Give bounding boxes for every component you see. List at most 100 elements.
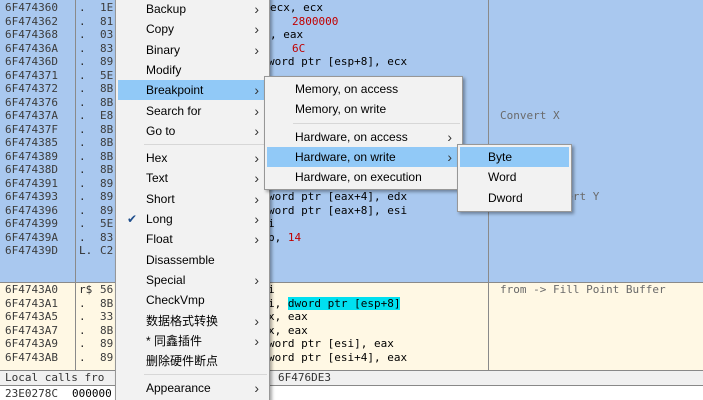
menu-item-hardware-on-access[interactable]: Hardware, on access › (267, 127, 460, 147)
chevron-right-icon: › (447, 128, 452, 145)
menu-item-long[interactable]: ✔ Long › (118, 209, 267, 229)
instr-text: word ptr [eax+8], esi (268, 203, 408, 217)
menu-item-item-15[interactable]: 数据格式转换 › (118, 311, 267, 331)
row-instruction: word ptr [eax+4], edx (268, 190, 407, 204)
menu-item-short[interactable]: Short › (118, 189, 267, 209)
row-address: 6F4743A1 (5, 296, 58, 310)
code-row[interactable]: 6F474393.89word ptr [eax+4], edxWrite Co… (0, 190, 703, 204)
row-marker: . (79, 28, 86, 41)
menu-item-modify[interactable]: Modify (118, 60, 267, 80)
row-hex: 8B (100, 163, 114, 176)
menu-item-item-16[interactable]: * 同鑫插件 › (118, 331, 267, 351)
menu-item-label: Modify (146, 62, 182, 77)
menu-item-byte[interactable]: Byte (460, 147, 569, 167)
row-hex: 83 (100, 230, 114, 244)
row-marker: . (79, 310, 86, 323)
row-address: 6F4743A5 (5, 310, 58, 323)
chevron-right-icon: › (254, 122, 259, 139)
row-hex: 89 (100, 176, 114, 190)
row-hex: 89 (100, 203, 114, 217)
row-hex: 89 (100, 337, 114, 350)
row-hex: 56 (100, 283, 114, 296)
menu-item-disassemble[interactable]: Disassemble (118, 250, 267, 270)
code-row[interactable]: 6F4743A1. 8B i, dword ptr [esp+8] (0, 296, 703, 311)
menu-separator (293, 122, 460, 124)
menu-item-label: Text (146, 171, 169, 186)
code-row[interactable]: 6F47436D. 89 word ptr [esp+8], ecx (0, 55, 703, 69)
chevron-right-icon: › (254, 271, 259, 288)
menu-item-label: 删除硬件断点 (146, 354, 219, 369)
code-row[interactable]: 6F47439D L. C2 (0, 244, 703, 258)
menu-item-memory-on-write[interactable]: Memory, on write (267, 99, 460, 119)
row-comment: from -> Fill Point Buffer (500, 283, 666, 296)
row-comment: Convert X (500, 109, 560, 122)
row-marker: . (79, 136, 86, 149)
hardware-on-write-submenu: Byte Word Dword (457, 144, 572, 212)
menu-item-label: Long (146, 212, 173, 226)
code-row[interactable]: 6F474362. 81 2800000 (0, 15, 703, 29)
row-address: 6F474362 (5, 14, 58, 28)
menu-item-label: Breakpoint (146, 83, 204, 98)
menu-item-hardware-on-execution[interactable]: Hardware, on execution (267, 167, 460, 187)
menu-item-backup[interactable]: Backup › (118, 0, 267, 19)
row-marker: . (79, 1, 86, 14)
code-row[interactable]: 6F474396. 89 word ptr [eax+8], esi (0, 204, 703, 218)
menu-item-label: Backup (146, 2, 187, 16)
menu-separator (144, 144, 267, 146)
code-row[interactable]: 6F47439A. 83 p, 14 (0, 231, 703, 245)
row-address: 6F4743A7 (5, 323, 58, 337)
menu-item-label: Short (146, 191, 175, 206)
menu-item-word[interactable]: Word (460, 167, 569, 187)
row-instruction: ecx, ecx (270, 1, 323, 15)
row-address: 6F474360 (5, 1, 58, 14)
code-row[interactable]: 6F474360. 1E ecx, ecx (0, 1, 703, 15)
row-instruction: word ptr [eax+8], esi (268, 204, 407, 218)
row-address: 6F474376 (5, 95, 58, 109)
row-hex: 03 (100, 28, 114, 41)
menu-item-dword[interactable]: Dword (460, 188, 569, 208)
menu-item-hardware-on-write[interactable]: Hardware, on write › (267, 146, 460, 167)
menu-item-float[interactable]: Float › (118, 229, 267, 249)
code-row[interactable]: 6F4743A9. 89 word ptr [esi], eax (0, 337, 703, 351)
menu-item-copy[interactable]: Copy › (118, 19, 267, 39)
row-marker: . (79, 176, 86, 190)
row-marker: . (79, 41, 86, 55)
code-row[interactable]: 6F47436A. 83 6C (0, 42, 703, 56)
menu-item-special[interactable]: Special › (118, 270, 267, 290)
dump-pane[interactable]: 23E0278C 000000 (0, 385, 703, 400)
row-address: 6F47436D (5, 55, 58, 68)
menu-item-search-for[interactable]: Search for › (118, 101, 267, 121)
chevron-right-icon: › (254, 102, 259, 119)
menu-item-label: Memory, on access (295, 82, 399, 96)
row-hex: 81 (100, 14, 114, 28)
menu-item-text[interactable]: Text › (118, 168, 267, 188)
code-row[interactable]: 6F4743A5. 33 x, eax (0, 310, 703, 324)
row-marker: . (79, 14, 86, 28)
row-marker: . (79, 323, 86, 337)
menu-item-label: Go to (146, 123, 176, 138)
dump-value: 000000 (72, 387, 112, 400)
menu-item-go-to[interactable]: Go to › (118, 121, 267, 141)
menu-item-item-17[interactable]: 删除硬件断点 (118, 351, 267, 371)
menu-item-label: Hardware, on access (295, 129, 408, 144)
row-marker: . (79, 217, 86, 230)
menu-item-binary[interactable]: Binary › (118, 40, 267, 60)
instr-immediate: 6C (292, 41, 306, 55)
menu-item-memory-on-access[interactable]: Memory, on access (267, 79, 460, 99)
chevron-right-icon: › (254, 312, 259, 329)
code-row[interactable]: 6F474368. 03 , eax (0, 28, 703, 42)
row-marker: . (79, 149, 86, 163)
code-row[interactable]: 6F4743A0 r$ 56 i from -> Fill Point Buffer (0, 283, 703, 297)
code-row[interactable]: 6F4743AB. 89 word ptr [esi+4], eax (0, 351, 703, 365)
menu-item-hex[interactable]: Hex › (118, 148, 267, 168)
row-address: 6F474385 (5, 136, 58, 149)
code-row[interactable]: 6F474399. 5E i (0, 217, 703, 231)
menu-item-breakpoint[interactable]: Breakpoint › (118, 80, 267, 101)
info-text: Local calls fro (5, 371, 105, 384)
menu-item-checkvmp[interactable]: CheckVmp (118, 290, 267, 310)
row-address: 6F474393 (5, 190, 58, 203)
code-row[interactable]: 6F4743A7. 8B x, eax (0, 324, 703, 338)
row-marker: . (79, 337, 86, 350)
row-hex: 1E (100, 1, 114, 14)
menu-item-appearance[interactable]: Appearance › (118, 378, 267, 398)
